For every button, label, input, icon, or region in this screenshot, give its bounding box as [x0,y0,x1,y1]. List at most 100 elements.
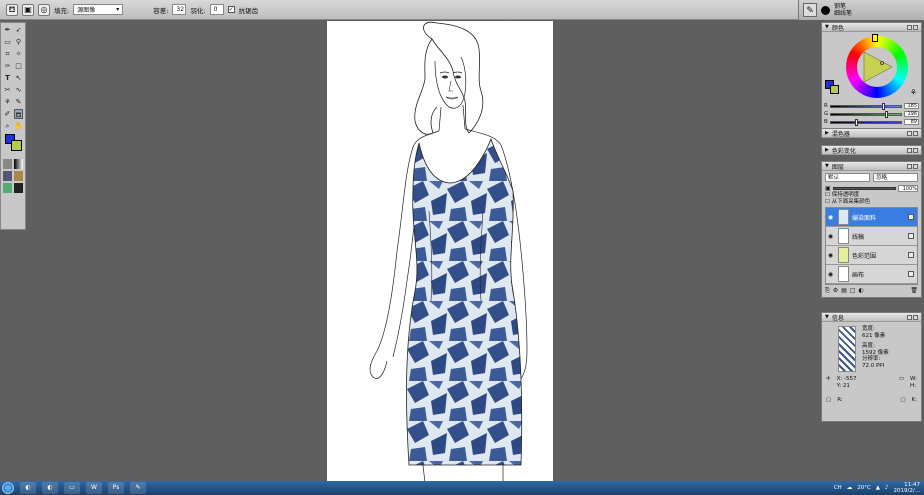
weather-temp[interactable]: 20°C [857,485,871,491]
panel-close-icon[interactable] [913,24,918,30]
expand-icon[interactable]: ▶ [825,130,829,136]
r-slider-row[interactable]: R 185 [822,102,921,110]
visibility-eye-icon[interactable]: ◉ [826,233,835,240]
mask-icon[interactable]: ◐ [859,287,864,295]
panel-menu-icon[interactable] [907,147,912,153]
shape-icon[interactable]: □ [14,61,23,71]
layer-row[interactable]: ◉ 色彩范围 [826,246,917,265]
brush-tool-icon[interactable]: ✒ [3,25,12,35]
layer-commands-icon[interactable]: ⎘ [825,287,830,295]
cloud-icon[interactable]: ☁ [847,485,853,491]
info-panel-header[interactable]: ▼ 信息 [822,313,921,322]
panel-close-icon[interactable] [913,163,918,169]
rect-select-icon[interactable]: ▭ [3,37,12,47]
layer-row[interactable]: ◉ 线稿 [826,227,917,246]
volume-icon[interactable]: ♪ [885,485,889,491]
photoshop-icon[interactable]: Ps [108,482,124,494]
new-layer-icon[interactable]: □ [850,287,856,295]
look-selector-icon[interactable] [3,183,12,193]
visibility-eye-icon[interactable]: ◉ [826,271,835,278]
collapse-icon[interactable]: ▼ [825,24,829,30]
fill-tool-icon[interactable]: ⛾ [6,3,18,16]
hue-marker[interactable] [872,34,878,42]
collapse-icon[interactable]: ▼ [825,163,829,169]
nozzle-selector-icon[interactable] [14,183,23,193]
collapse-icon[interactable]: ▼ [825,314,829,320]
panel-close-icon[interactable] [913,130,918,136]
trash-icon[interactable]: 🗑 [910,287,918,295]
r-slider[interactable] [829,102,902,110]
browser-icon-2[interactable]: ◐ [42,482,58,494]
b-slider-row[interactable]: B 89 [822,118,921,126]
start-button-icon[interactable] [2,482,14,494]
crop-icon[interactable]: ⌗ [3,49,12,59]
panel-menu-icon[interactable] [907,130,912,136]
antialias-checkbox[interactable]: ✓ [227,6,235,13]
g-slider[interactable] [830,110,902,118]
eraser-icon[interactable]: ✎ [14,97,23,107]
saturation-triangle[interactable] [860,50,894,84]
gradient-selector-icon[interactable] [14,159,23,169]
new-group-icon[interactable]: ▤ [841,287,847,295]
g-value[interactable]: 196 [904,111,919,117]
b-value[interactable]: 89 [904,119,919,125]
color-panel-header[interactable]: ▼ 颜色 [822,23,921,32]
scissors-icon[interactable]: ✂ [3,85,12,95]
b-slider-thumb[interactable] [855,118,859,126]
painter-icon[interactable]: ✎ [130,482,146,494]
g-slider-row[interactable]: G 196 [822,110,921,118]
layer-adjuster-icon[interactable]: ➶ [14,25,23,35]
panel-menu-icon[interactable] [907,24,912,30]
mode-icon-2[interactable]: ◎ [38,3,50,16]
opacity-slider[interactable] [832,186,896,190]
mixer-panel-header[interactable]: ▶ 混色器 [822,129,921,138]
paper-selector-icon[interactable] [3,159,12,169]
b-slider[interactable] [829,118,902,126]
browser-icon[interactable]: ◐ [20,482,36,494]
magic-wand-icon[interactable]: ✧ [14,49,23,59]
panel-close-icon[interactable] [913,314,918,320]
layer-row[interactable]: ◉ 画布 [826,265,917,284]
path-icon[interactable]: ∿ [14,85,23,95]
checkbox-icon[interactable]: ☐ [825,192,830,198]
pen-icon[interactable]: ✑ [3,61,12,71]
r-slider-thumb[interactable] [882,102,886,110]
fill-select[interactable]: 源图像 ▾ [73,4,124,15]
composite-method-select[interactable]: 默认 [825,173,870,182]
grabber-hand-icon[interactable]: ✋ [14,121,23,131]
color-wheel-area[interactable]: ⚘ [822,32,921,102]
dropper-icon[interactable]: ✐ [3,109,12,119]
magnifier-icon[interactable]: ⌕ [3,121,12,131]
lasso-icon[interactable]: ⚲ [14,37,23,47]
clock[interactable]: 11:47 2019/2/... [894,482,920,494]
tolerance-input[interactable]: 32 [172,4,187,15]
visibility-eye-icon[interactable]: ◉ [826,252,835,259]
preserve-transparency-option[interactable]: ☐ 保持透明度 [825,192,918,199]
pattern-selector-icon[interactable] [3,171,12,181]
checkbox-icon[interactable]: ☐ [825,199,830,205]
r-value[interactable]: 185 [904,103,919,109]
variation-panel-header[interactable]: ▶ 色彩变化 [822,146,921,155]
cloner-icon[interactable]: ⚘ [3,97,12,107]
g-slider-thumb[interactable] [884,110,888,118]
pick-up-underlying-option[interactable]: ☐ 从下面采集颜色 [825,199,918,206]
brush-category-icon[interactable]: ✎ [803,3,817,17]
visibility-eye-icon[interactable]: ◉ [826,214,835,221]
feather-input[interactable]: 0 [209,4,224,15]
expand-icon[interactable]: ▶ [825,147,829,153]
panel-close-icon[interactable] [913,147,918,153]
mode-icon-1[interactable]: ▣ [22,3,34,16]
panel-menu-icon[interactable] [907,163,912,169]
additional-color-swatch-small[interactable] [830,85,839,94]
folder-icon[interactable]: ▭ [64,482,80,494]
opacity-value[interactable]: 100% [898,184,918,192]
clone-color-icon[interactable]: ⚘ [910,88,917,97]
panel-menu-icon[interactable] [907,314,912,320]
additional-color-swatch[interactable] [11,140,22,151]
weaving-selector-icon[interactable] [14,171,23,181]
paint-bucket-icon[interactable]: ⛾ [13,109,23,119]
text-tool-icon[interactable]: T [3,73,12,83]
layers-panel-header[interactable]: ▼ 图层 [822,162,921,171]
dynamic-plugins-icon[interactable]: ⚙ [833,287,838,295]
composite-depth-select[interactable]: 忽略 [873,173,918,182]
